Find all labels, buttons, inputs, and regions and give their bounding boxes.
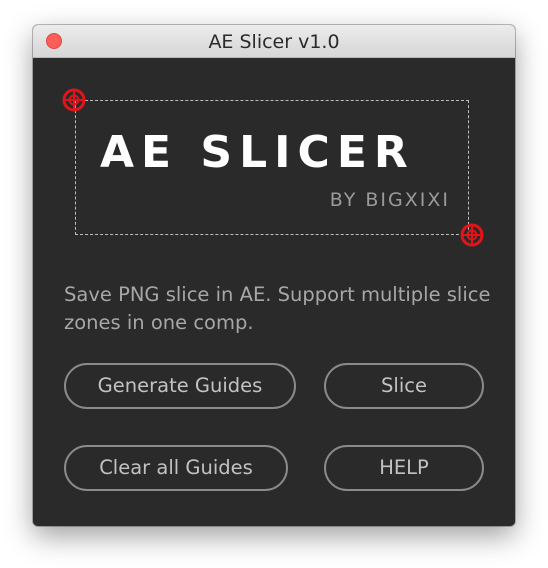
logo-title: AE SLICER — [100, 127, 415, 178]
slice-button[interactable]: Slice — [324, 363, 484, 409]
help-button[interactable]: HELP — [324, 445, 484, 491]
logo-subtitle: BY BIGXIXI — [329, 189, 450, 211]
window-title: AE Slicer v1.0 — [208, 31, 340, 53]
crosshair-handle-icon[interactable] — [61, 87, 87, 113]
panel-content: AE SLICER BY BIGXIXI Save PNG slice in A… — [33, 58, 515, 526]
logo-slice-zone: AE SLICER BY BIGXIXI — [75, 100, 469, 235]
generate-guides-button[interactable]: Generate Guides — [64, 363, 296, 409]
app-window: AE Slicer v1.0 AE SLICER BY BIGXIXI Save… — [33, 25, 515, 526]
title-bar[interactable]: AE Slicer v1.0 — [33, 25, 515, 58]
clear-all-guides-button[interactable]: Clear all Guides — [64, 445, 288, 491]
crosshair-handle-icon[interactable] — [459, 222, 485, 248]
description-text: Save PNG slice in AE. Support multiple s… — [64, 283, 491, 334]
